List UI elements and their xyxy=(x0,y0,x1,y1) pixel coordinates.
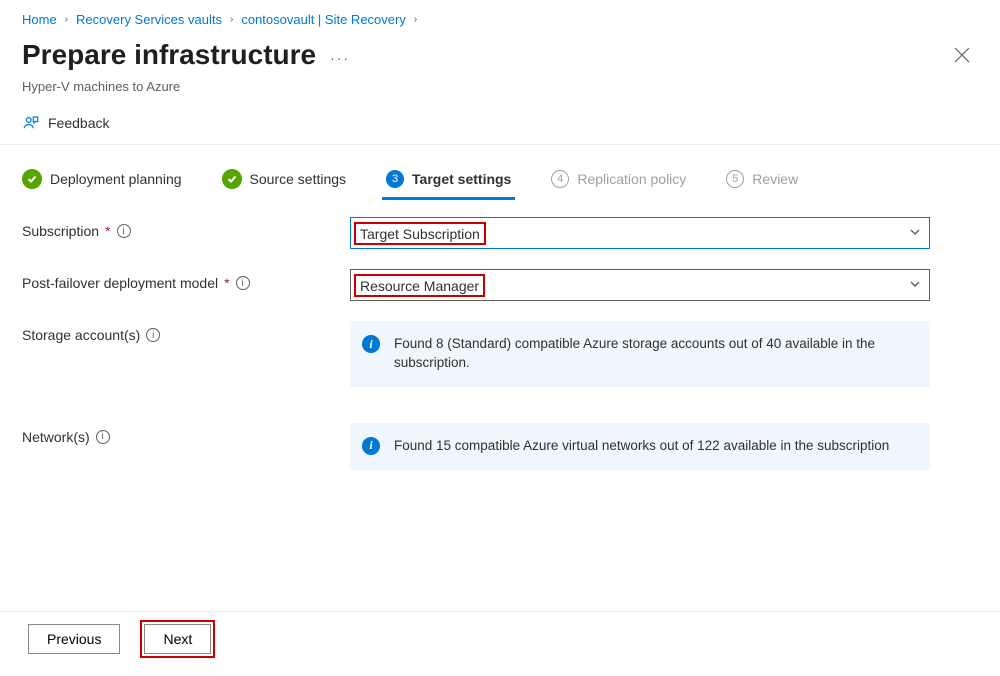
step-replication-policy[interactable]: 4 Replication policy xyxy=(551,170,686,188)
feedback-icon xyxy=(22,114,40,132)
networks-info-text: Found 15 compatible Azure virtual networ… xyxy=(394,438,889,453)
step-label: Replication policy xyxy=(577,171,686,187)
wizard-footer: Previous Next xyxy=(0,614,1000,664)
close-icon[interactable] xyxy=(946,39,978,73)
chevron-right-icon: › xyxy=(65,14,68,25)
storage-label: Storage account(s) xyxy=(22,327,140,343)
page-title: Prepare infrastructure xyxy=(22,39,316,71)
previous-button[interactable]: Previous xyxy=(28,624,120,654)
subscription-select[interactable]: Target Subscription xyxy=(350,217,930,249)
more-actions-icon[interactable]: ··· xyxy=(330,44,350,66)
active-underline xyxy=(382,197,515,200)
deployment-model-select[interactable]: Resource Manager xyxy=(350,269,930,301)
step-deployment-planning[interactable]: Deployment planning xyxy=(22,169,182,189)
storage-info-box: i Found 8 (Standard) compatible Azure st… xyxy=(350,321,930,387)
step-label: Target settings xyxy=(412,171,511,187)
chevron-right-icon: › xyxy=(414,14,417,25)
step-number-icon: 4 xyxy=(551,170,569,188)
step-label: Deployment planning xyxy=(50,171,182,187)
deployment-model-value: Resource Manager xyxy=(354,274,485,297)
breadcrumb-link-home[interactable]: Home xyxy=(22,12,57,27)
step-label: Review xyxy=(752,171,798,187)
check-icon xyxy=(222,169,242,189)
next-button[interactable]: Next xyxy=(144,624,211,654)
breadcrumb: Home › Recovery Services vaults › contos… xyxy=(0,0,1000,35)
storage-info-text: Found 8 (Standard) compatible Azure stor… xyxy=(394,336,875,370)
chevron-down-icon xyxy=(909,277,921,293)
step-source-settings[interactable]: Source settings xyxy=(222,169,347,189)
step-number-icon: 3 xyxy=(386,170,404,188)
required-indicator: * xyxy=(224,275,229,291)
feedback-label: Feedback xyxy=(48,115,109,131)
info-icon: i xyxy=(362,437,380,455)
subscription-value: Target Subscription xyxy=(354,222,486,245)
form-body: Subscription * i Target Subscription Pos… xyxy=(0,201,1000,470)
required-indicator: * xyxy=(105,223,110,239)
chevron-down-icon xyxy=(909,225,921,241)
networks-info-box: i Found 15 compatible Azure virtual netw… xyxy=(350,423,930,470)
info-icon[interactable]: i xyxy=(117,224,131,238)
page-subtitle: Hyper-V machines to Azure xyxy=(0,79,1000,104)
breadcrumb-link-vaults[interactable]: Recovery Services vaults xyxy=(76,12,222,27)
breadcrumb-link-current[interactable]: contosovault | Site Recovery xyxy=(241,12,406,27)
deployment-model-label: Post-failover deployment model xyxy=(22,275,218,291)
chevron-right-icon: › xyxy=(230,14,233,25)
footer-divider xyxy=(0,611,1000,612)
info-icon: i xyxy=(362,335,380,353)
info-icon[interactable]: i xyxy=(146,328,160,342)
networks-label: Network(s) xyxy=(22,429,90,445)
info-icon[interactable]: i xyxy=(236,276,250,290)
step-label: Source settings xyxy=(250,171,347,187)
wizard-steps: Deployment planning Source settings 3 Ta… xyxy=(0,145,1000,201)
info-icon[interactable]: i xyxy=(96,430,110,444)
step-number-icon: 5 xyxy=(726,170,744,188)
step-review[interactable]: 5 Review xyxy=(726,170,798,188)
subscription-label: Subscription xyxy=(22,223,99,239)
feedback-button[interactable]: Feedback xyxy=(0,104,1000,145)
check-icon xyxy=(22,169,42,189)
step-target-settings[interactable]: 3 Target settings xyxy=(386,170,511,198)
page-header: Prepare infrastructure ··· xyxy=(0,35,1000,85)
